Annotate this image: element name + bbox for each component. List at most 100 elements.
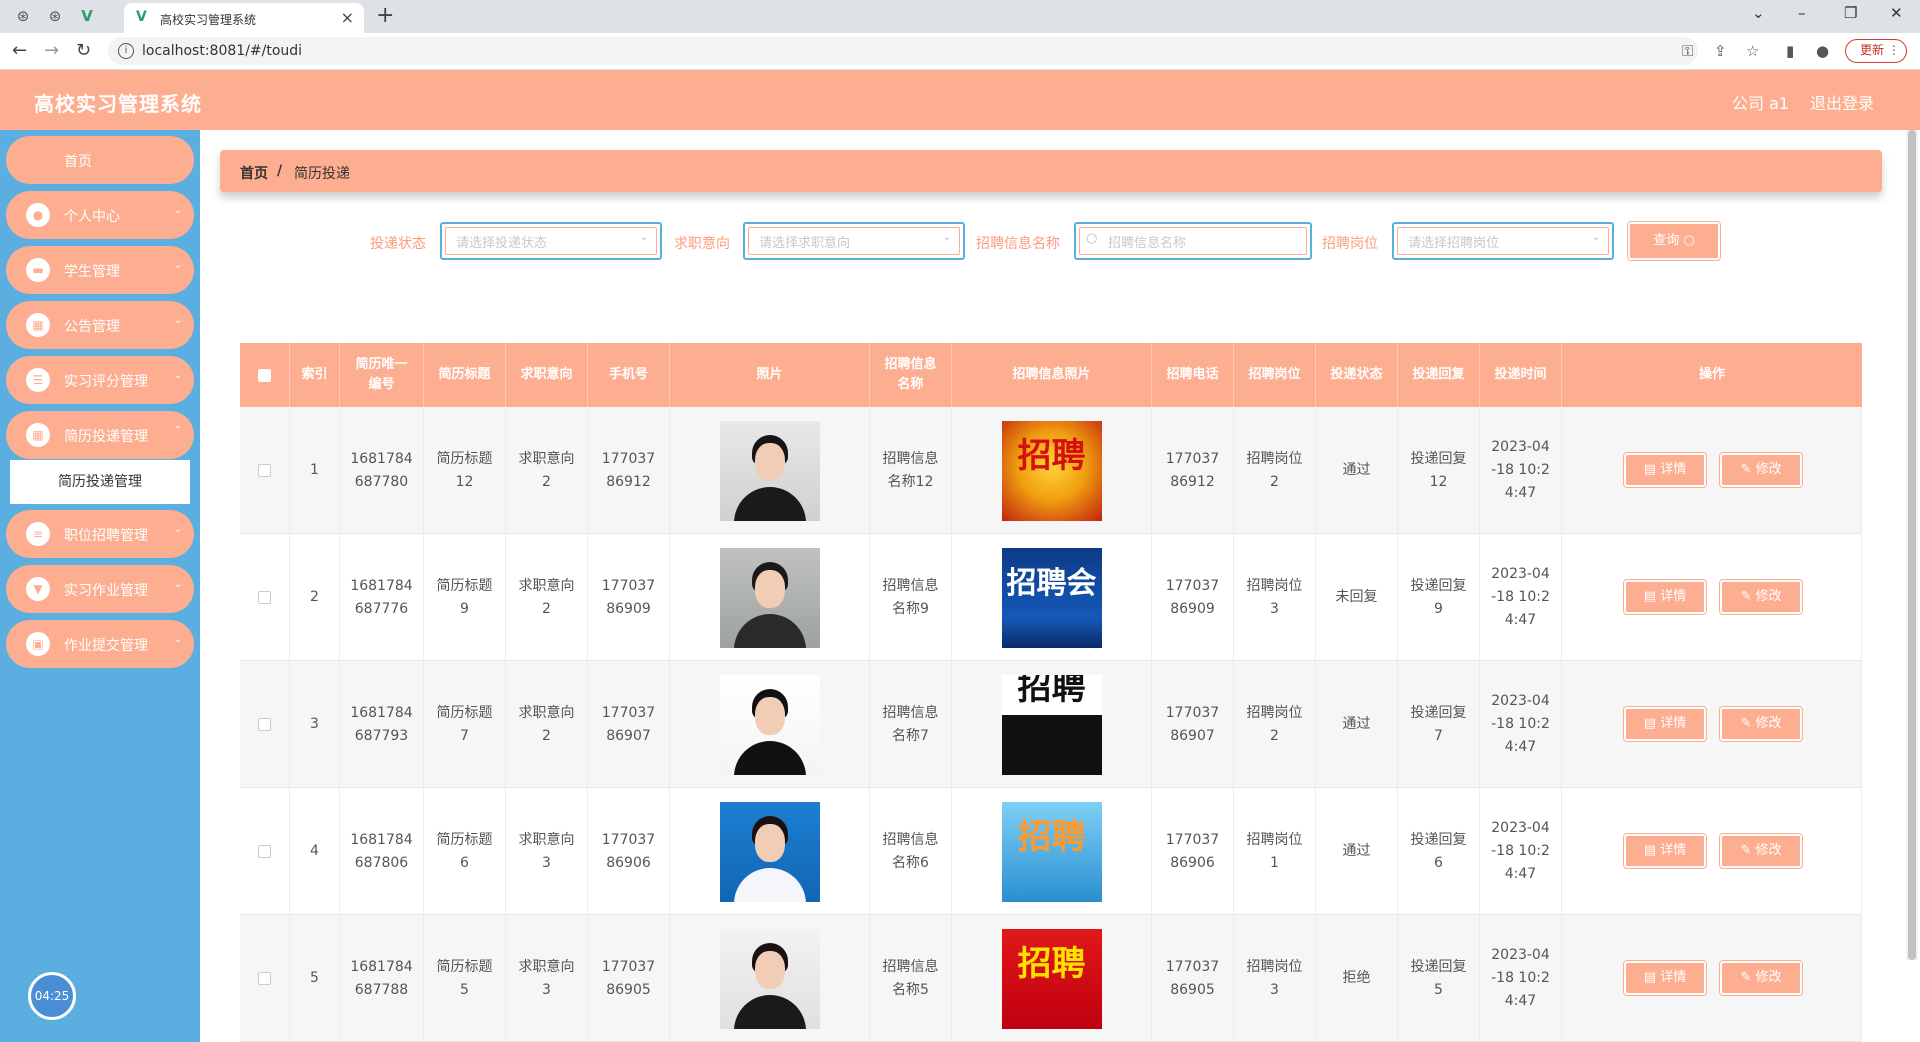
- address-bar: ← → ↻ i localhost:8081/#/toudi ⚿ ⇪ ☆ ▮ ●…: [0, 33, 1920, 70]
- select-all-checkbox[interactable]: [258, 368, 271, 382]
- photo-cell: [670, 915, 870, 1042]
- cell-recruit-phone: 17703786906: [1152, 788, 1234, 915]
- minimize-icon[interactable]: –: [1798, 4, 1806, 22]
- close-window-icon[interactable]: ✕: [1890, 4, 1903, 22]
- detail-button[interactable]: ▤ 详情: [1623, 833, 1707, 869]
- profile-icon[interactable]: ●: [1816, 42, 1829, 60]
- page-scrollbar[interactable]: [1906, 130, 1918, 960]
- app-header: 高校实习管理系统 公司 a1 退出登录: [0, 70, 1920, 130]
- sidebar-item-jobs[interactable]: ≡ 职位招聘管理 ⌄: [6, 510, 194, 558]
- row-checkbox[interactable]: [258, 972, 271, 985]
- poster-text: 招聘: [1017, 816, 1086, 857]
- cell-intent: 求职意向2: [506, 407, 588, 534]
- edit-button[interactable]: ✎ 修改: [1719, 833, 1803, 869]
- active-tab[interactable]: V 高校实习管理系统 ×: [124, 3, 364, 33]
- close-tab-icon[interactable]: ×: [341, 8, 354, 27]
- vue-tab-icon[interactable]: V: [78, 7, 96, 25]
- row-checkbox[interactable]: [258, 718, 271, 731]
- poster-cell: 招聘: [952, 661, 1152, 788]
- poster-text: 招聘会: [1006, 565, 1097, 601]
- pinned-tab-icon[interactable]: ⊛: [14, 7, 32, 25]
- info-name-input[interactable]: ○ 招聘信息名称: [1074, 222, 1312, 260]
- submenu-resume-management[interactable]: 简历投递管理: [10, 460, 190, 504]
- sidebar-item-homework[interactable]: ▼ 实习作业管理 ⌄: [6, 565, 194, 613]
- cell-status: 通过: [1316, 661, 1398, 788]
- stamp-icon: ▼: [26, 577, 50, 601]
- photo-cell: [670, 534, 870, 661]
- recruit-poster-image[interactable]: 招聘: [1001, 420, 1102, 521]
- new-tab-icon[interactable]: +: [376, 3, 394, 28]
- cell-intent: 求职意向2: [506, 534, 588, 661]
- user-icon: ●: [26, 203, 50, 227]
- breadcrumb-home[interactable]: 首页: [240, 163, 268, 183]
- sidebar-item-profile[interactable]: ● 个人中心 ⌄: [6, 191, 194, 239]
- th-status: 投递状态: [1316, 343, 1398, 407]
- poster-text: 招聘: [1017, 435, 1086, 476]
- sidebar-item-notices[interactable]: ▦ 公告管理 ⌄: [6, 301, 194, 349]
- tab-search-icon[interactable]: ⌄: [1752, 4, 1765, 22]
- detail-button[interactable]: ▤ 详情: [1623, 960, 1707, 996]
- share-icon[interactable]: ⇪: [1714, 42, 1727, 60]
- detail-button[interactable]: ▤ 详情: [1623, 706, 1707, 742]
- status-select[interactable]: 请选择投递状态 ⌄: [440, 222, 662, 260]
- reload-icon[interactable]: ↻: [76, 40, 91, 61]
- intent-select[interactable]: 请选择求职意向 ⌄: [743, 222, 965, 260]
- grid-icon: ▦: [26, 313, 50, 337]
- recruit-poster-image[interactable]: 招聘: [1001, 674, 1102, 775]
- row-checkbox[interactable]: [258, 845, 271, 858]
- restore-icon[interactable]: ❐: [1844, 4, 1857, 22]
- detail-button[interactable]: ▤ 详情: [1623, 452, 1707, 488]
- url-input[interactable]: i localhost:8081/#/toudi: [108, 37, 1698, 65]
- cell-index: 3: [290, 661, 340, 788]
- recruit-poster-image[interactable]: 招聘: [1001, 928, 1102, 1029]
- sidebar-item-scores[interactable]: ☰ 实习评分管理 ⌄: [6, 356, 194, 404]
- cell-reply: 投递回复7: [1398, 661, 1480, 788]
- cell-resume-title: 简历标题5: [424, 915, 506, 1042]
- cell-reply: 投递回复6: [1398, 788, 1480, 915]
- chevron-down-icon: ⌄: [173, 524, 182, 535]
- photo-cell: [670, 407, 870, 534]
- edit-button[interactable]: ✎ 修改: [1719, 706, 1803, 742]
- chevron-down-icon: ⌄: [173, 370, 182, 381]
- sidebar-item-home[interactable]: 首页: [6, 136, 194, 184]
- applicant-photo[interactable]: [719, 547, 820, 648]
- update-button[interactable]: 更新 ⋮: [1845, 39, 1907, 63]
- edit-button[interactable]: ✎ 修改: [1719, 960, 1803, 996]
- scrollbar-thumb[interactable]: [1908, 130, 1916, 960]
- pinned-tab-icon[interactable]: ⊛: [46, 7, 64, 25]
- applicant-photo[interactable]: [719, 674, 820, 775]
- back-icon[interactable]: ←: [12, 40, 27, 61]
- query-button[interactable]: 查询 ○: [1627, 221, 1721, 261]
- sidebar: 首页 ● 个人中心 ⌄ ▬ 学生管理 ⌄ ▦ 公告管理 ⌄ ☰ 实习评分管理 ⌄…: [0, 130, 200, 1042]
- sidebar-item-students[interactable]: ▬ 学生管理 ⌄: [6, 246, 194, 294]
- cell-phone: 17703786905: [588, 915, 670, 1042]
- row-checkbox[interactable]: [258, 591, 271, 604]
- cell-reply: 投递回复5: [1398, 915, 1480, 1042]
- row-checkbox[interactable]: [258, 464, 271, 477]
- cell-post: 招聘岗位1: [1234, 788, 1316, 915]
- applicant-photo[interactable]: [719, 420, 820, 521]
- edit-button[interactable]: ✎ 修改: [1719, 452, 1803, 488]
- cell-index: 2: [290, 534, 340, 661]
- key-icon[interactable]: ⚿: [1682, 42, 1693, 60]
- recruit-poster-image[interactable]: 招聘会: [1001, 547, 1102, 648]
- edit-button[interactable]: ✎ 修改: [1719, 579, 1803, 615]
- logout-link[interactable]: 退出登录: [1810, 90, 1874, 114]
- sidebar-item-submissions[interactable]: ▣ 作业提交管理 ⌄: [6, 620, 194, 668]
- post-select[interactable]: 请选择招聘岗位 ⌄: [1392, 222, 1614, 260]
- cell-time: 2023-04-18 10:24:47: [1480, 788, 1562, 915]
- poster-text: 招聘: [1017, 674, 1086, 708]
- star-icon[interactable]: ☆: [1746, 42, 1759, 60]
- recruit-poster-image[interactable]: 招聘: [1001, 801, 1102, 902]
- detail-button[interactable]: ▤ 详情: [1623, 579, 1707, 615]
- cell-status: 通过: [1316, 407, 1398, 534]
- intent-placeholder: 请选择求职意向: [759, 236, 851, 251]
- timer-badge[interactable]: 04:25: [28, 972, 76, 1020]
- applicant-photo[interactable]: [719, 801, 820, 902]
- applicant-photo[interactable]: [719, 928, 820, 1029]
- sidebar-item-resume[interactable]: ▦ 简历投递管理 ⌃: [6, 411, 194, 459]
- site-info-icon[interactable]: i: [118, 43, 134, 59]
- sidepanel-icon[interactable]: ▮: [1786, 42, 1794, 60]
- forward-icon[interactable]: →: [44, 40, 59, 61]
- list-icon: ≡: [26, 522, 50, 546]
